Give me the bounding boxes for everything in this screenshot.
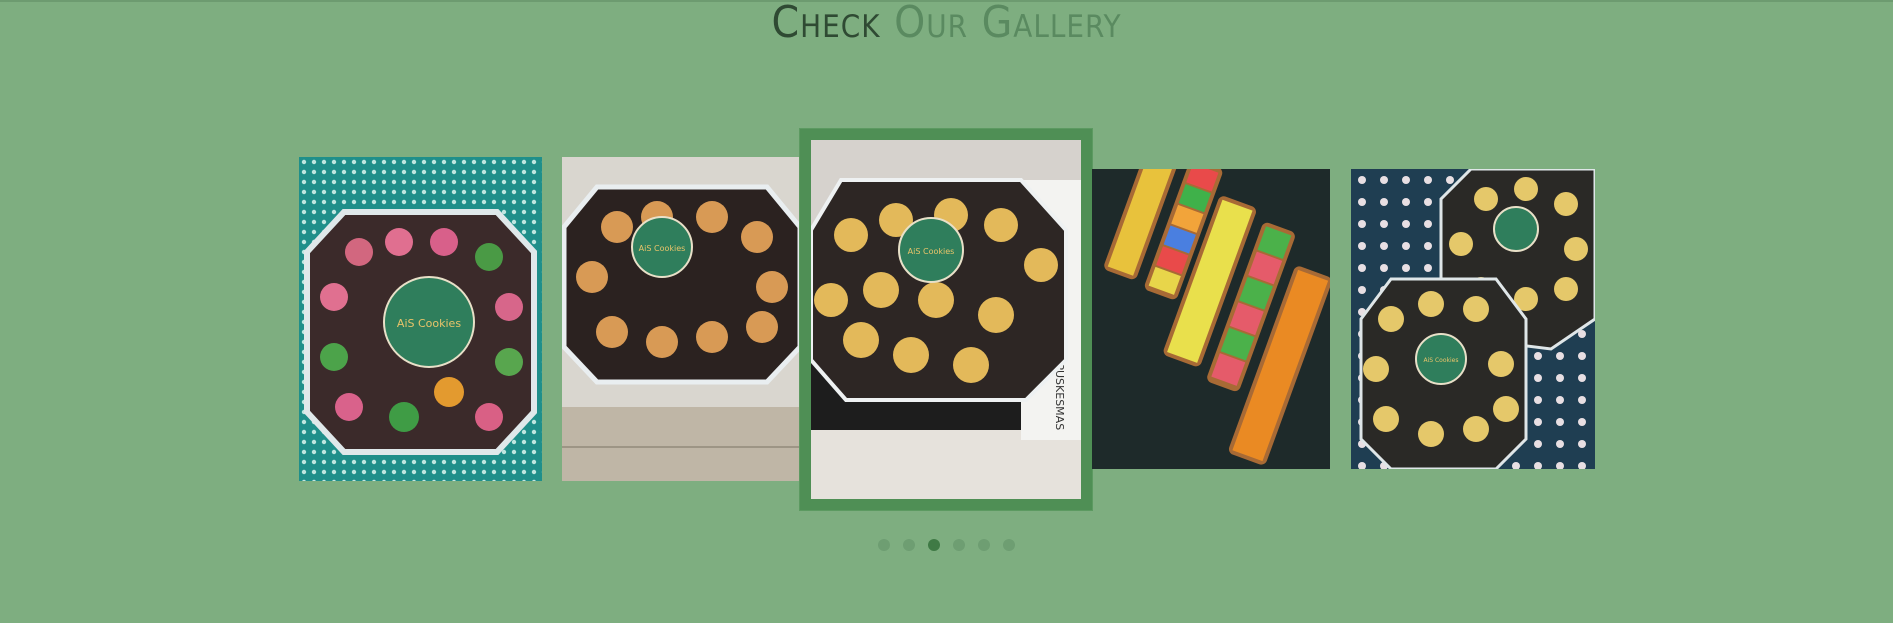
carousel-dot-4[interactable] (953, 539, 966, 551)
gallery-image-4[interactable] (1092, 169, 1330, 469)
section-title-part2: Our Gallery (894, 0, 1122, 48)
gallery-photo-2: AiS Cookies (562, 157, 800, 481)
gallery-photo-3: UPTD PUSKESMAS AiS Cookies (811, 140, 1081, 499)
gallery-photo-4 (1092, 169, 1330, 469)
carousel-dot-5[interactable] (978, 539, 991, 551)
gallery-photo-5: AiS Cookies (1351, 169, 1595, 469)
gallery-image-5[interactable]: AiS Cookies (1351, 169, 1595, 469)
carousel-pagination (0, 536, 1893, 555)
carousel-dot-1[interactable] (877, 539, 890, 551)
carousel-dot-6[interactable] (1003, 539, 1016, 551)
gallery-image-3-active[interactable]: UPTD PUSKESMAS AiS Cookies (800, 129, 1092, 510)
carousel-dot-2[interactable] (902, 539, 915, 551)
gallery-image-1[interactable]: AiS Cookies (299, 157, 542, 481)
gallery-photo-1: AiS Cookies (299, 157, 542, 481)
logo-text-1: AiS Cookies (397, 317, 461, 330)
logo-text-3: AiS Cookies (908, 247, 955, 256)
logo-text-5: AiS Cookies (1424, 357, 1459, 364)
section-title: Check Our Gallery (0, 0, 1893, 46)
gallery-image-2[interactable]: AiS Cookies (562, 157, 800, 481)
carousel-dot-3-active[interactable] (927, 539, 940, 551)
logo-text-2: AiS Cookies (639, 244, 686, 253)
section-title-part1: Check (771, 0, 881, 48)
